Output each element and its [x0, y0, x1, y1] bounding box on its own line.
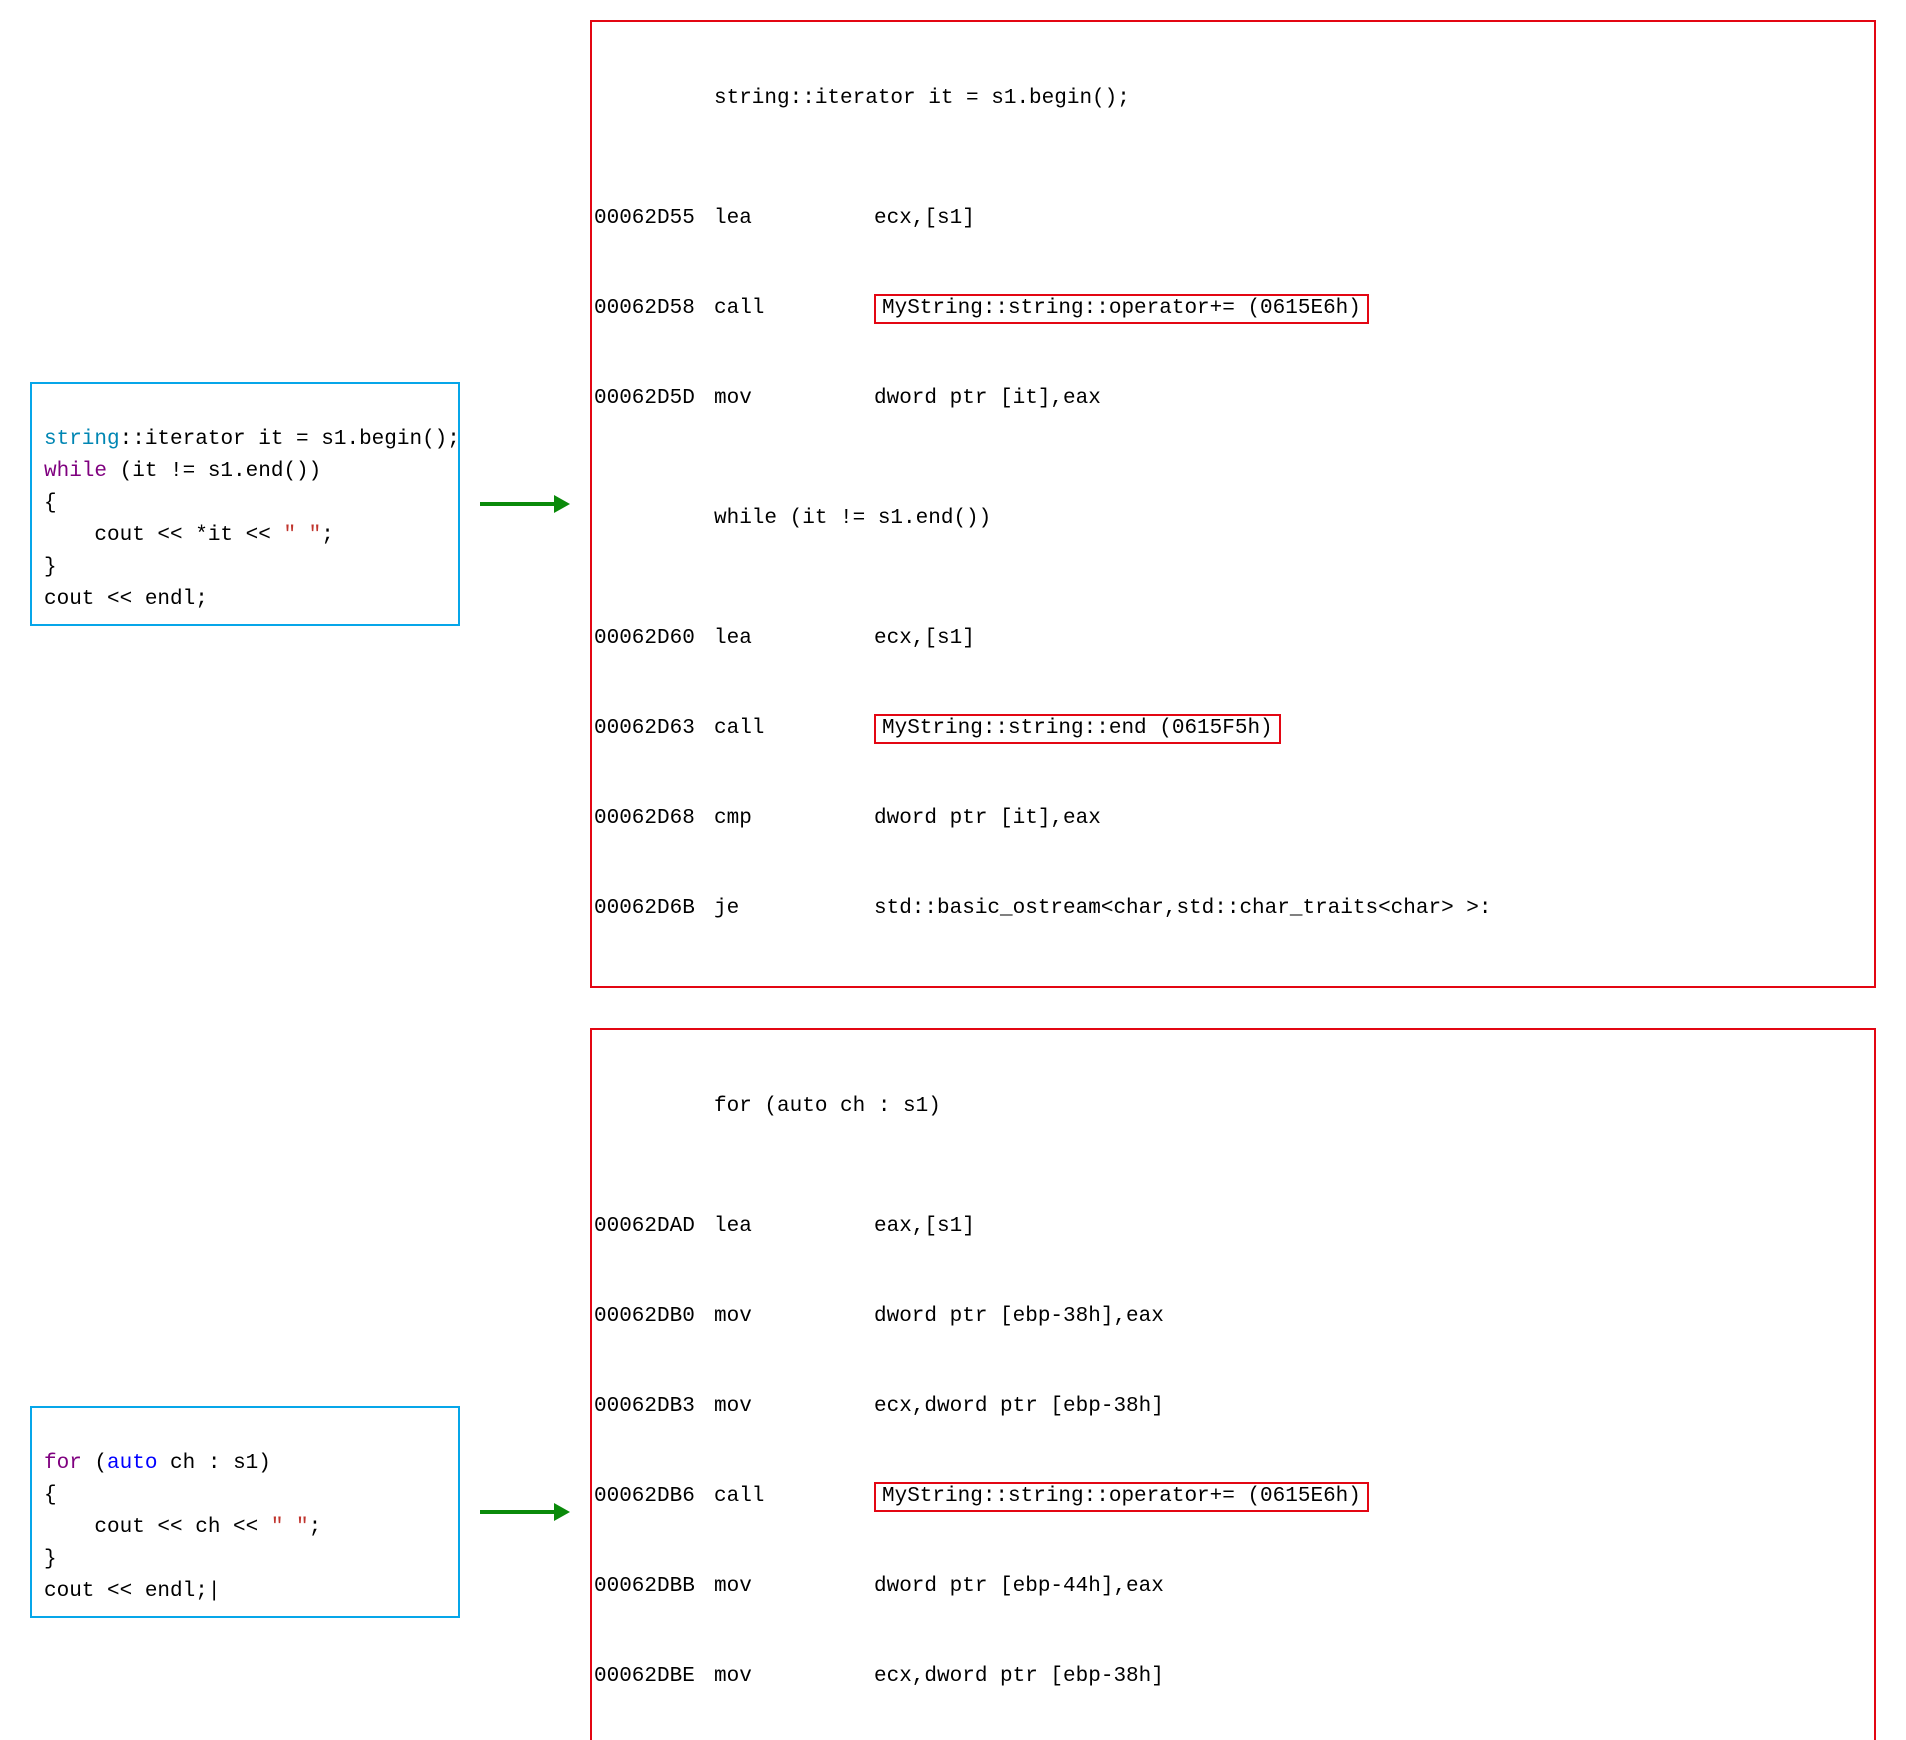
asm-row: 00062D60 lea ecx,[s1] — [594, 624, 1868, 654]
asm-arg: MyString::string::operator+= (0615E6h) — [874, 294, 1868, 324]
asm-addr: 00062DBB — [594, 1572, 714, 1602]
arrow-icon — [480, 1507, 570, 1517]
highlight-box: MyString::string::operator+= (0615E6h) — [874, 294, 1369, 324]
asm-addr: 00062D6B — [594, 894, 714, 924]
row-for: for (auto ch : s1) { cout << ch << " "; … — [30, 1028, 1876, 1740]
text-cursor: | — [208, 1580, 221, 1603]
asm-arg: MyString::string::end (0615F5h) — [874, 714, 1868, 744]
asm-row: 00062D68 cmp dword ptr [it],eax — [594, 804, 1868, 834]
asm-row: 00062D6B je std::basic_ostream<char,std:… — [594, 894, 1868, 924]
arrow-container — [460, 1507, 590, 1517]
asm-arg: ecx,[s1] — [874, 624, 1868, 654]
asm-op: mov — [714, 1572, 874, 1602]
string-literal: " " — [271, 1516, 309, 1539]
asm-op: mov — [714, 1302, 874, 1332]
code-text: cout << ch << — [44, 1516, 271, 1539]
asm-op: lea — [714, 1212, 874, 1242]
brace-close: } — [44, 1548, 57, 1571]
brace-close: } — [44, 556, 57, 579]
asm-addr: 00062DBE — [594, 1662, 714, 1692]
arrow-icon — [480, 499, 570, 509]
asm-op: call — [714, 714, 874, 744]
asm-op: cmp — [714, 804, 874, 834]
brace-open: { — [44, 1484, 57, 1507]
code-text: ( — [82, 1452, 107, 1475]
asm-arg: eax,[s1] — [874, 1212, 1868, 1242]
asm-row: 00062DB6 call MyString::string::operator… — [594, 1482, 1868, 1512]
asm-arg: ecx,[s1] — [874, 204, 1868, 234]
highlight-box: MyString::string::end (0615F5h) — [874, 714, 1281, 744]
asm-op: mov — [714, 1662, 874, 1692]
keyword-while: while — [44, 460, 107, 483]
row-while: string::iterator it = s1.begin(); while … — [30, 20, 1876, 988]
keyword-for: for — [44, 1452, 82, 1475]
asm-box-for: for (auto ch : s1) 00062DAD lea eax,[s1]… — [590, 1028, 1876, 1740]
code-text: ::iterator it = s1.begin(); — [120, 428, 460, 451]
asm-arg: dword ptr [ebp-44h],eax — [874, 1572, 1868, 1602]
asm-row: 00062D55 lea ecx,[s1] — [594, 204, 1868, 234]
string-literal: " " — [283, 524, 321, 547]
asm-row: 00062D5D mov dword ptr [it],eax — [594, 384, 1868, 414]
code-text: ; — [309, 1516, 322, 1539]
asm-row: 00062D58 call MyString::string::operator… — [594, 294, 1868, 324]
asm-arg: MyString::string::operator+= (0615E6h) — [874, 1482, 1868, 1512]
asm-arg: dword ptr [it],eax — [874, 384, 1868, 414]
code-text: cout << endl; — [44, 588, 208, 611]
asm-op: lea — [714, 204, 874, 234]
brace-open: { — [44, 492, 57, 515]
code-text: cout << endl; — [44, 1580, 208, 1603]
asm-arg: dword ptr [ebp-38h],eax — [874, 1302, 1868, 1332]
asm-addr: 00062DB0 — [594, 1302, 714, 1332]
asm-addr: 00062DB3 — [594, 1392, 714, 1422]
asm-addr: 00062D58 — [594, 294, 714, 324]
asm-box-while: string::iterator it = s1.begin(); 00062D… — [590, 20, 1876, 988]
asm-addr: 00062D55 — [594, 204, 714, 234]
asm-arg: std::basic_ostream<char,std::char_traits… — [874, 894, 1868, 924]
asm-row: 00062DB0 mov dword ptr [ebp-38h],eax — [594, 1302, 1868, 1332]
asm-addr: 00062DAD — [594, 1212, 714, 1242]
code-text: ; — [321, 524, 334, 547]
asm-arg: ecx,dword ptr [ebp-38h] — [874, 1662, 1868, 1692]
asm-row: 00062DBE mov ecx,dword ptr [ebp-38h] — [594, 1662, 1868, 1692]
asm-row: 00062DB3 mov ecx,dword ptr [ebp-38h] — [594, 1392, 1868, 1422]
asm-row: 00062D63 call MyString::string::end (061… — [594, 714, 1868, 744]
code-box-while: string::iterator it = s1.begin(); while … — [30, 382, 460, 626]
asm-source-line: string::iterator it = s1.begin(); — [594, 84, 1868, 114]
asm-row: 00062DAD lea eax,[s1] — [594, 1212, 1868, 1242]
code-box-for: for (auto ch : s1) { cout << ch << " "; … — [30, 1406, 460, 1618]
code-text: (it != s1.end()) — [107, 460, 321, 483]
asm-op: lea — [714, 624, 874, 654]
asm-op: call — [714, 294, 874, 324]
asm-op: mov — [714, 1392, 874, 1422]
asm-addr: 00062D5D — [594, 384, 714, 414]
asm-addr: 00062DB6 — [594, 1482, 714, 1512]
asm-row: 00062DBB mov dword ptr [ebp-44h],eax — [594, 1572, 1868, 1602]
asm-source-line: for (auto ch : s1) — [594, 1092, 1868, 1122]
highlight-box: MyString::string::operator+= (0615E6h) — [874, 1482, 1369, 1512]
keyword-auto: auto — [107, 1452, 157, 1475]
asm-addr: 00062D60 — [594, 624, 714, 654]
asm-op: je — [714, 894, 874, 924]
asm-op: mov — [714, 384, 874, 414]
code-text: ch : s1) — [157, 1452, 270, 1475]
asm-arg: dword ptr [it],eax — [874, 804, 1868, 834]
asm-addr: 00062D63 — [594, 714, 714, 744]
asm-source-line: while (it != s1.end()) — [594, 504, 1868, 534]
asm-op: call — [714, 1482, 874, 1512]
asm-arg: ecx,dword ptr [ebp-38h] — [874, 1392, 1868, 1422]
code-text: cout << *it << — [44, 524, 283, 547]
asm-addr: 00062D68 — [594, 804, 714, 834]
arrow-container — [460, 499, 590, 509]
code-text: string — [44, 428, 120, 451]
